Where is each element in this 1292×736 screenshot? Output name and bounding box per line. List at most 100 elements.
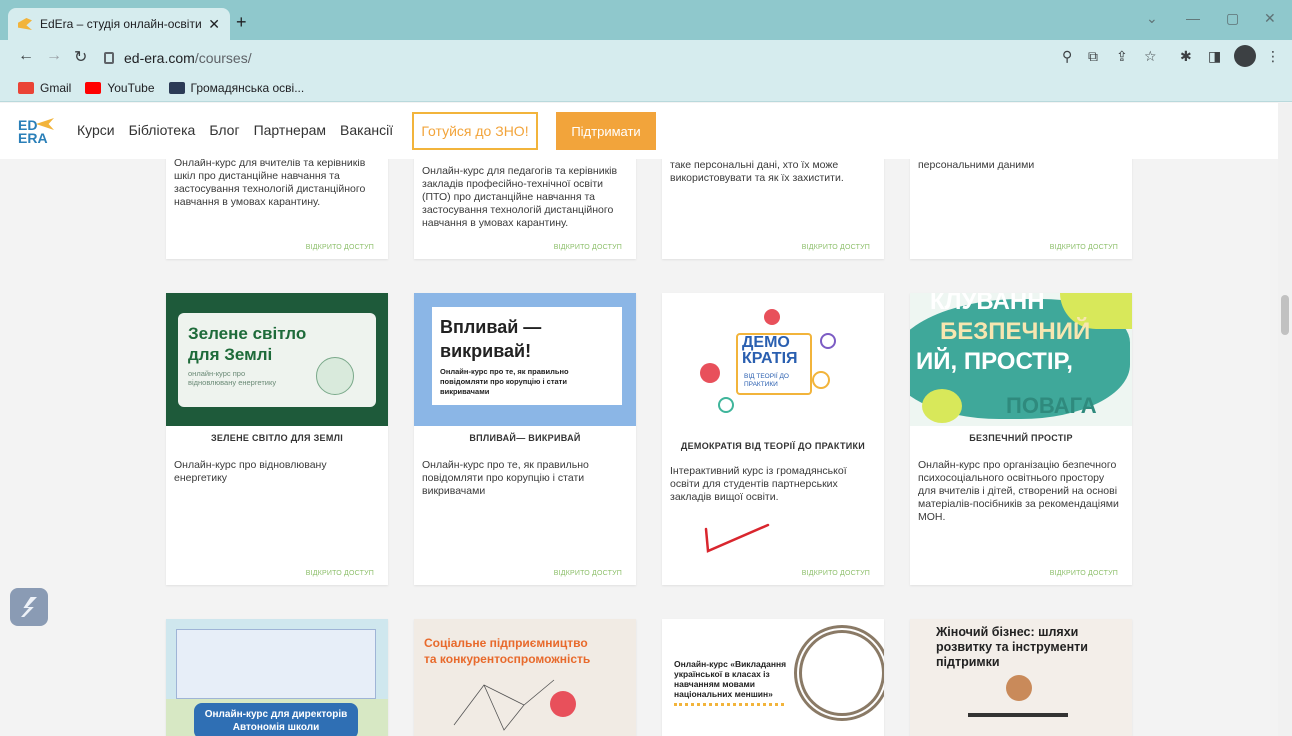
support-button[interactable]: Підтримати (556, 112, 656, 150)
page-content: ED ERA Курси Бібліотека Блог Партнерам Ва… (0, 103, 1278, 736)
tab-title: EdEra – студія онлайн-освіти (40, 17, 202, 31)
info-circle-icon (700, 363, 720, 383)
browser-tab-bar: EdEra – студія онлайн-освіти ✕ + ⌄ — ▢ ✕ (0, 0, 1292, 40)
course-title: БЕЗПЕЧНИЙ ПРОСТІР (969, 433, 1073, 443)
civic-education-icon (168, 81, 185, 94)
sync-icon (718, 397, 734, 413)
menu-partners[interactable]: Партнерам (254, 122, 326, 138)
bookmark-youtube[interactable]: YouTube (85, 80, 155, 95)
menu-blog[interactable]: Блог (209, 122, 239, 138)
open-access-label: ВІДКРИТО ДОСТУП (801, 570, 870, 577)
menu-courses[interactable]: Курси (77, 122, 115, 138)
open-access-label: ВІДКРИТО ДОСТУП (1049, 570, 1118, 577)
course-card[interactable]: Онлайн-курс для педагогів та керівників … (414, 153, 636, 259)
course-description: Онлайн-курс для педагогів та керівників … (422, 165, 618, 229)
course-description: Онлайн-курс про відновлювану енергетику (174, 459, 327, 484)
restore-icon[interactable]: ▢ (1226, 10, 1239, 27)
course-description: Онлайн-курс про те, як правильно повідом… (422, 459, 589, 497)
image-subtitle: ВІД ТЕОРІЇ ДО ПРАКТИКИ (744, 373, 789, 388)
course-image: Впливай — викривай! Онлайн-курс про те, я… (414, 293, 636, 426)
site-header: ED ERA Курси Бібліотека Блог Партнерам Ва… (0, 103, 1278, 159)
bookmark-gmail[interactable]: Gmail (18, 81, 71, 95)
side-panel-icon[interactable]: ◨ (1208, 48, 1221, 65)
check-circle-icon (812, 371, 830, 389)
image-subtitle: Онлайн-курс про те, як правильно повідом… (440, 367, 569, 396)
prepare-zno-button[interactable]: Готуйся до ЗНО! (412, 112, 538, 150)
translate-icon[interactable]: ⧉ (1088, 48, 1098, 65)
browser-toolbar: ← → ↻ ed-era.com/courses/ ⚲ ⧉ ⇪ ☆ ✱ ◨ ⋮ (0, 40, 1292, 74)
course-card-teaching-ukrainian[interactable]: Онлайн-курс «Викладання української в кл… (662, 619, 884, 736)
person-icon (550, 691, 576, 717)
course-card[interactable]: таке персональні дані, хто їх може викор… (662, 153, 884, 259)
bookmarks-bar: Gmail YouTube Громадянська осві... (0, 74, 1292, 102)
profile-avatar[interactable] (1234, 45, 1256, 67)
image-caption-2: та конкурентоспроможність (424, 652, 591, 666)
lock-icon (104, 52, 114, 64)
scrollbar-thumb[interactable] (1281, 295, 1289, 335)
close-tab-icon[interactable]: ✕ (208, 16, 220, 33)
menu-dots-icon[interactable]: ⋮ (1266, 48, 1280, 65)
image-title-2: КРАТІЯ (742, 350, 798, 367)
network-graph-icon (453, 679, 555, 731)
red-checkmark-drawing (704, 523, 770, 553)
bookmark-label: YouTube (107, 80, 155, 95)
course-image: КЛУВАНН БЕЗПЕЧНИЙ ИЙ, ПРОСТІР, ПОВАГА (910, 293, 1132, 426)
menu-vacancies[interactable]: Вакансії (340, 122, 393, 138)
minimize-icon[interactable]: — (1186, 10, 1200, 26)
url-path: /courses/ (194, 50, 252, 66)
new-tab-icon[interactable]: + (236, 12, 247, 33)
image-text-1: КЛУВАНН (930, 293, 1045, 315)
bookmark-star-icon[interactable]: ☆ (1144, 48, 1157, 65)
open-access-label: ВІДКРИТО ДОСТУП (553, 570, 622, 577)
course-card-safe-space[interactable]: КЛУВАНН БЕЗПЕЧНИЙ ИЙ, ПРОСТІР, ПОВАГА БЕ… (910, 293, 1132, 585)
open-access-label: ВІДКРИТО ДОСТУП (801, 244, 870, 251)
course-title: ВПЛИВАЙ— ВИКРИВАЙ (469, 433, 581, 443)
back-icon[interactable]: ← (18, 47, 34, 65)
image-title-2: викривай! (440, 341, 532, 361)
image-caption-1: Жіночий бізнес: шляхи розвитку та інстру… (936, 625, 1088, 669)
close-window-icon[interactable]: ✕ (1264, 10, 1276, 27)
tab-search-icon[interactable]: ⌄ (1146, 10, 1158, 27)
course-description: Онлайн-курс про організацію безпечного п… (918, 459, 1119, 523)
course-card[interactable]: Онлайн-курс для вчителів та керівників ш… (166, 153, 388, 259)
course-card-democracy[interactable]: ДЕМО КРАТІЯ ВІД ТЕОРІЇ ДО ПРАКТИКИ ДЕМОКР… (662, 293, 884, 585)
youtube-icon (85, 81, 102, 94)
image-caption-2: Автономія школи (232, 722, 320, 733)
edera-logo[interactable]: ED ERA (18, 115, 58, 149)
image-title-2: для Землі (188, 345, 273, 364)
course-description: Онлайн-курс для вчителів та керівників ш… (174, 157, 366, 208)
main-menu: Курси Бібліотека Блог Партнерам Вакансії (77, 122, 393, 138)
image-caption-1: Соціальне підприємництво (424, 636, 588, 650)
bookmark-civic-education[interactable]: Громадянська осві... (168, 81, 304, 95)
browser-tab[interactable]: EdEra – студія онлайн-освіти ✕ (8, 8, 230, 40)
course-card-school-autonomy[interactable]: Онлайн-курс для директорів Автономія школ… (166, 619, 388, 736)
open-access-label: ВІДКРИТО ДОСТУП (1049, 244, 1118, 251)
page-scrollbar[interactable] (1278, 103, 1292, 736)
gmail-icon (18, 81, 34, 94)
course-title: ДЕМОКРАТІЯ ВІД ТЕОРІЇ ДО ПРАКТИКИ (680, 441, 866, 451)
floating-assistant-button[interactable] (10, 588, 48, 626)
forward-icon[interactable]: → (46, 47, 62, 65)
equals-circle-icon (820, 333, 836, 349)
url-host: ed-era.com (124, 50, 195, 66)
share-icon[interactable]: ⇪ (1116, 48, 1128, 65)
course-image: ДЕМО КРАТІЯ ВІД ТЕОРІЇ ДО ПРАКТИКИ (662, 293, 884, 426)
reload-icon[interactable]: ↻ (74, 47, 87, 67)
address-bar[interactable]: ed-era.com/courses/ (104, 44, 1146, 72)
course-card-vplyvai[interactable]: Впливай — викривай! Онлайн-курс про те, я… (414, 293, 636, 585)
course-image: Зелене світло для Землі онлайн-курс про в… (166, 293, 388, 426)
course-card-green-light[interactable]: Зелене світло для Землі онлайн-курс про в… (166, 293, 388, 585)
image-text-4: ПОВАГА (1006, 393, 1097, 418)
course-card[interactable]: персональними даними ВІДКРИТО ДОСТУП (910, 153, 1132, 259)
open-access-label: ВІДКРИТО ДОСТУП (305, 570, 374, 577)
image-title-1: Впливай — (440, 317, 542, 337)
course-card-women-business[interactable]: Жіночий бізнес: шляхи розвитку та інстру… (910, 619, 1132, 736)
course-card-social-entrepreneurship[interactable]: Соціальне підприємництво та конкурентоспр… (414, 619, 636, 736)
image-subtitle: онлайн-курс про відновлювану енергетику (188, 369, 277, 387)
zoom-search-icon[interactable]: ⚲ (1062, 48, 1072, 65)
woman-illustration-icon (1006, 675, 1032, 701)
menu-library[interactable]: Бібліотека (129, 122, 196, 138)
open-access-label: ВІДКРИТО ДОСТУП (305, 244, 374, 251)
extensions-icon[interactable]: ✱ (1180, 48, 1192, 65)
bookmark-label: Gmail (40, 80, 72, 95)
